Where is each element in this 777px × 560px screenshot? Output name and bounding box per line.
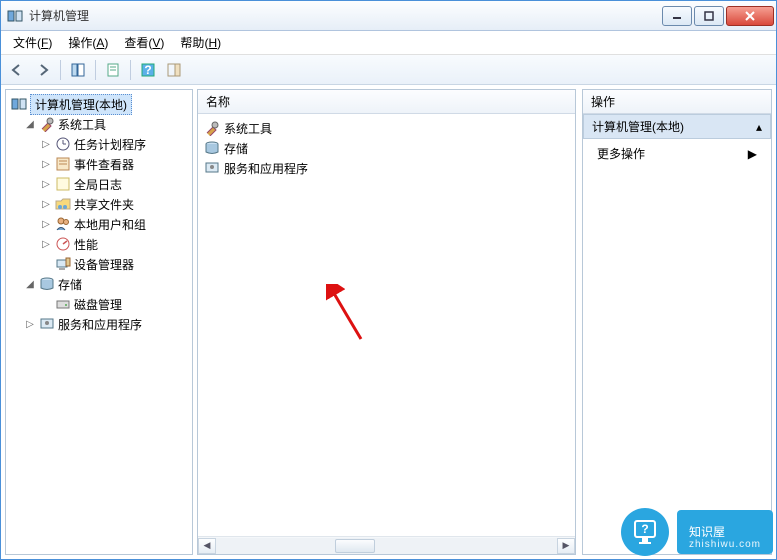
tree-label: 设备管理器 [74, 256, 134, 273]
list-body[interactable]: 系统工具 存储 服务和应用程序 [198, 114, 575, 536]
show-action-pane-button[interactable] [162, 58, 186, 82]
menu-help[interactable]: 帮助(H) [172, 31, 229, 54]
maximize-button[interactable] [694, 6, 724, 26]
performance-icon [55, 236, 71, 252]
collapse-icon[interactable]: ◢ [24, 119, 36, 130]
properties-button[interactable] [101, 58, 125, 82]
storage-icon [39, 276, 55, 292]
device-icon [55, 256, 71, 272]
list-label: 存储 [224, 140, 248, 157]
tree-event-viewer[interactable]: ▷ 事件查看器 [8, 154, 190, 174]
list-pane: 名称 系统工具 存储 服务和应用程序 ◀ [197, 89, 576, 555]
actions-section-label: 计算机管理(本地) [592, 118, 684, 135]
navigation-tree[interactable]: 计算机管理(本地) ◢ 系统工具 ▷ 任务计划程序 ▷ 事件查看器 [6, 90, 192, 554]
tree-local-users[interactable]: ▷ 本地用户和组 [8, 214, 190, 234]
expand-icon[interactable]: ▷ [40, 219, 52, 230]
list-label: 系统工具 [224, 120, 272, 137]
tree-label: 性能 [74, 236, 98, 253]
toolbar: ? [1, 55, 776, 85]
collapse-icon: ▴ [756, 120, 762, 134]
menu-view[interactable]: 查看(V) [116, 31, 172, 54]
expand-icon[interactable]: ▷ [40, 239, 52, 250]
list-label: 服务和应用程序 [224, 160, 308, 177]
horizontal-scrollbar[interactable]: ◀ ▶ [198, 536, 575, 554]
expand-icon[interactable]: ▷ [40, 199, 52, 210]
annotation-arrow [326, 284, 366, 347]
svg-text:?: ? [144, 63, 151, 77]
content-area: 计算机管理(本地) ◢ 系统工具 ▷ 任务计划程序 ▷ 事件查看器 [1, 85, 776, 559]
tree-label: 本地用户和组 [74, 216, 146, 233]
tree-task-scheduler[interactable]: ▷ 任务计划程序 [8, 134, 190, 154]
services-icon [39, 316, 55, 332]
services-icon [204, 160, 220, 176]
tree-label: 共享文件夹 [74, 196, 134, 213]
collapse-icon[interactable]: ◢ [24, 279, 36, 290]
tree-pane: 计算机管理(本地) ◢ 系统工具 ▷ 任务计划程序 ▷ 事件查看器 [5, 89, 193, 555]
tools-icon [204, 120, 220, 136]
toolbar-separator [95, 60, 96, 80]
app-icon [7, 8, 23, 24]
more-actions-link[interactable]: 更多操作 ▶ [583, 139, 771, 168]
tree-services-apps[interactable]: ▷ 服务和应用程序 [8, 314, 190, 334]
tree-device-manager[interactable]: 设备管理器 [8, 254, 190, 274]
tree-label: 事件查看器 [74, 156, 134, 173]
tree-performance[interactable]: ▷ 性能 [8, 234, 190, 254]
actions-header: 操作 [583, 90, 771, 114]
tree-label: 存储 [58, 276, 82, 293]
scroll-left-button[interactable]: ◀ [198, 538, 216, 554]
tree-system-tools[interactable]: ◢ 系统工具 [8, 114, 190, 134]
expand-icon[interactable]: ▷ [24, 319, 36, 330]
log-icon [55, 176, 71, 192]
app-window: 计算机管理 文件(F) 操作(A) 查看(V) 帮助(H) ? 计算机管理(本地… [0, 0, 777, 560]
tree-storage[interactable]: ◢ 存储 [8, 274, 190, 294]
scroll-track[interactable] [216, 538, 557, 554]
computer-icon [11, 96, 27, 112]
storage-icon [204, 140, 220, 156]
window-title: 计算机管理 [29, 7, 660, 24]
title-bar[interactable]: 计算机管理 [1, 1, 776, 31]
tree-label: 磁盘管理 [74, 296, 122, 313]
forward-button[interactable] [31, 58, 55, 82]
list-item-services[interactable]: 服务和应用程序 [200, 158, 573, 178]
tree-global-log[interactable]: ▷ 全局日志 [8, 174, 190, 194]
toolbar-separator [60, 60, 61, 80]
menu-file[interactable]: 文件(F) [5, 31, 60, 54]
expand-icon[interactable]: ▷ [40, 159, 52, 170]
users-icon [55, 216, 71, 232]
more-actions-label: 更多操作 [597, 145, 645, 162]
tree-shared-folders[interactable]: ▷ 共享文件夹 [8, 194, 190, 214]
back-button[interactable] [5, 58, 29, 82]
toolbar-separator [130, 60, 131, 80]
shared-folder-icon [55, 196, 71, 212]
tree-label: 计算机管理(本地) [30, 94, 132, 115]
list-item-storage[interactable]: 存储 [200, 138, 573, 158]
show-hide-tree-button[interactable] [66, 58, 90, 82]
tree-label: 全局日志 [74, 176, 122, 193]
menu-bar: 文件(F) 操作(A) 查看(V) 帮助(H) [1, 31, 776, 55]
help-button[interactable]: ? [136, 58, 160, 82]
menu-action[interactable]: 操作(A) [60, 31, 116, 54]
tree-label: 服务和应用程序 [58, 316, 142, 333]
tree-label: 任务计划程序 [74, 136, 146, 153]
clock-icon [55, 136, 71, 152]
expand-icon[interactable]: ▷ [40, 139, 52, 150]
scroll-right-button[interactable]: ▶ [557, 538, 575, 554]
close-button[interactable] [726, 6, 774, 26]
column-header-name[interactable]: 名称 [198, 90, 575, 114]
tree-label: 系统工具 [58, 116, 106, 133]
expand-icon[interactable]: ▷ [40, 179, 52, 190]
actions-section-title[interactable]: 计算机管理(本地) ▴ [583, 114, 771, 139]
minimize-button[interactable] [662, 6, 692, 26]
disk-icon [55, 296, 71, 312]
list-item-system-tools[interactable]: 系统工具 [200, 118, 573, 138]
actions-pane: 操作 计算机管理(本地) ▴ 更多操作 ▶ [582, 89, 772, 555]
tree-root-node[interactable]: 计算机管理(本地) [8, 94, 190, 114]
tree-disk-management[interactable]: 磁盘管理 [8, 294, 190, 314]
scroll-thumb[interactable] [335, 539, 375, 553]
tools-icon [39, 116, 55, 132]
event-icon [55, 156, 71, 172]
chevron-right-icon: ▶ [748, 147, 757, 161]
